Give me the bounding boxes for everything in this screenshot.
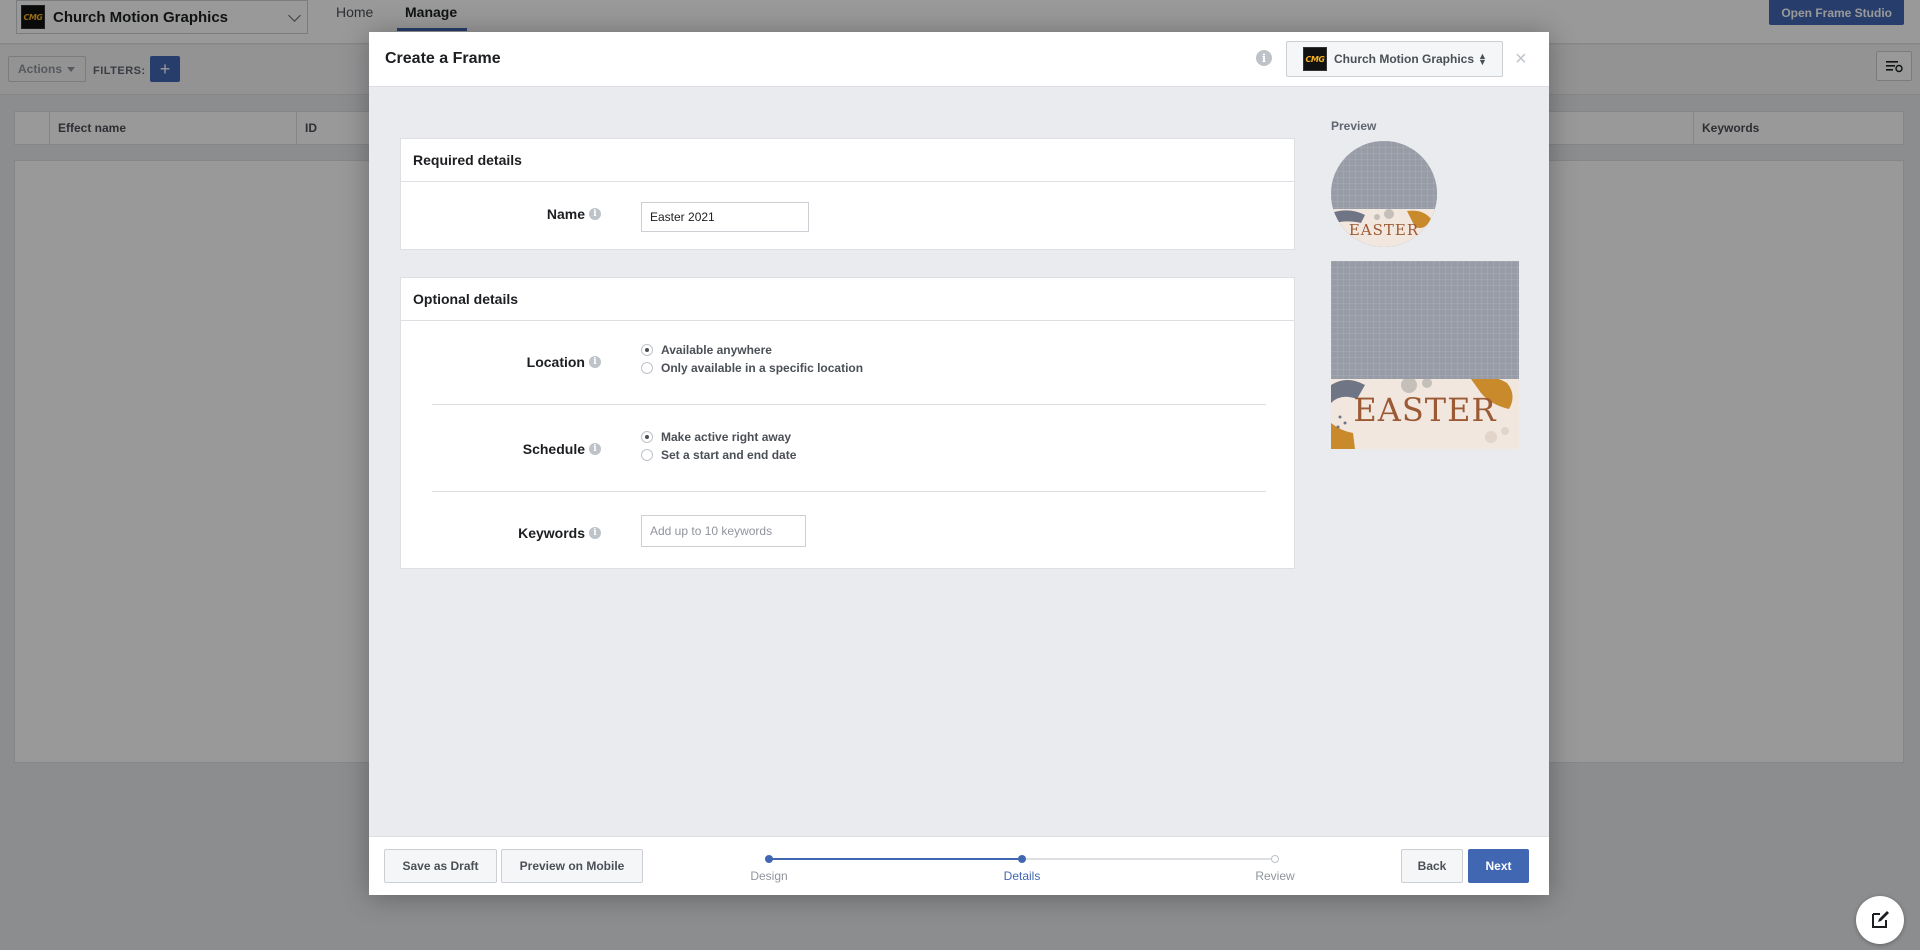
next-button[interactable]: Next [1468,849,1529,883]
create-frame-dialog: Create a Frame i CMG Church Motion Graph… [369,32,1549,895]
stepper-track [1022,858,1275,860]
preview-mobile-button[interactable]: Preview on Mobile [501,849,643,883]
keywords-input[interactable] [641,515,806,547]
radio-selected[interactable] [641,431,653,443]
compose-icon [1872,911,1889,928]
location-label: Location i [401,354,601,370]
frame-text: EASTER [1348,221,1420,239]
info-icon[interactable]: i [589,527,601,540]
location-option-anywhere[interactable]: Available anywhere [641,343,772,357]
keywords-label-text: Keywords [518,525,585,541]
step-label-design[interactable]: Design [719,869,819,883]
dialog-page-name: Church Motion Graphics [1334,52,1475,66]
radio-unselected[interactable] [641,362,653,374]
schedule-option-now[interactable]: Make active right away [641,430,791,444]
location-label-text: Location [526,354,585,370]
back-button[interactable]: Back [1401,849,1463,883]
divider [432,404,1266,405]
step-label-details[interactable]: Details [972,869,1072,883]
dialog-footer: Save as Draft Preview on Mobile Design D… [369,836,1549,895]
preview-label: Preview [1331,119,1377,133]
location-option-label: Only available in a specific location [661,361,864,375]
save-draft-button[interactable]: Save as Draft [384,849,497,883]
info-icon[interactable]: i [589,443,601,456]
preview-square: EASTER [1331,261,1519,449]
keywords-label: Keywords i [401,525,601,541]
close-icon[interactable]: × [1515,48,1527,71]
frame-text: EASTER [1353,391,1497,429]
dialog-header: Create a Frame i CMG Church Motion Graph… [369,32,1549,87]
preview-profile-round: EASTER [1331,141,1437,247]
optional-details-card: Optional details Location i Available any… [400,277,1295,569]
required-details-title: Required details [401,139,1294,182]
step-dot-review[interactable] [1271,855,1279,863]
dialog-title: Create a Frame [385,50,501,67]
sort-updown-icon: ▲ ▼ [1478,51,1487,67]
required-details-card: Required details Name i [400,138,1295,250]
info-icon[interactable]: i [589,208,601,221]
schedule-label: Schedule i [401,441,601,457]
schedule-option-dates[interactable]: Set a start and end date [641,448,796,462]
optional-details-title: Optional details [401,278,1294,321]
stepper-progress [769,858,1022,860]
divider [432,491,1266,492]
step-dot-design[interactable] [765,855,773,863]
location-option-specific[interactable]: Only available in a specific location [641,361,863,375]
radio-unselected[interactable] [641,449,653,461]
page-logo: CMG [1303,47,1327,71]
name-label-text: Name [546,206,585,222]
dialog-page-selector[interactable]: CMG Church Motion Graphics ▲ ▼ [1286,41,1503,77]
step-dot-details[interactable] [1018,855,1026,863]
location-option-label: Available anywhere [661,343,772,357]
name-label: Name i [401,206,601,222]
schedule-label-text: Schedule [522,441,585,457]
schedule-option-label: Set a start and end date [661,448,797,462]
compose-button[interactable] [1856,896,1904,944]
name-input[interactable] [641,202,809,232]
info-icon[interactable]: i [589,356,601,369]
schedule-option-label: Make active right away [661,430,792,444]
step-label-review[interactable]: Review [1225,869,1325,883]
radio-selected[interactable] [641,344,653,356]
info-icon[interactable]: i [1256,50,1272,66]
